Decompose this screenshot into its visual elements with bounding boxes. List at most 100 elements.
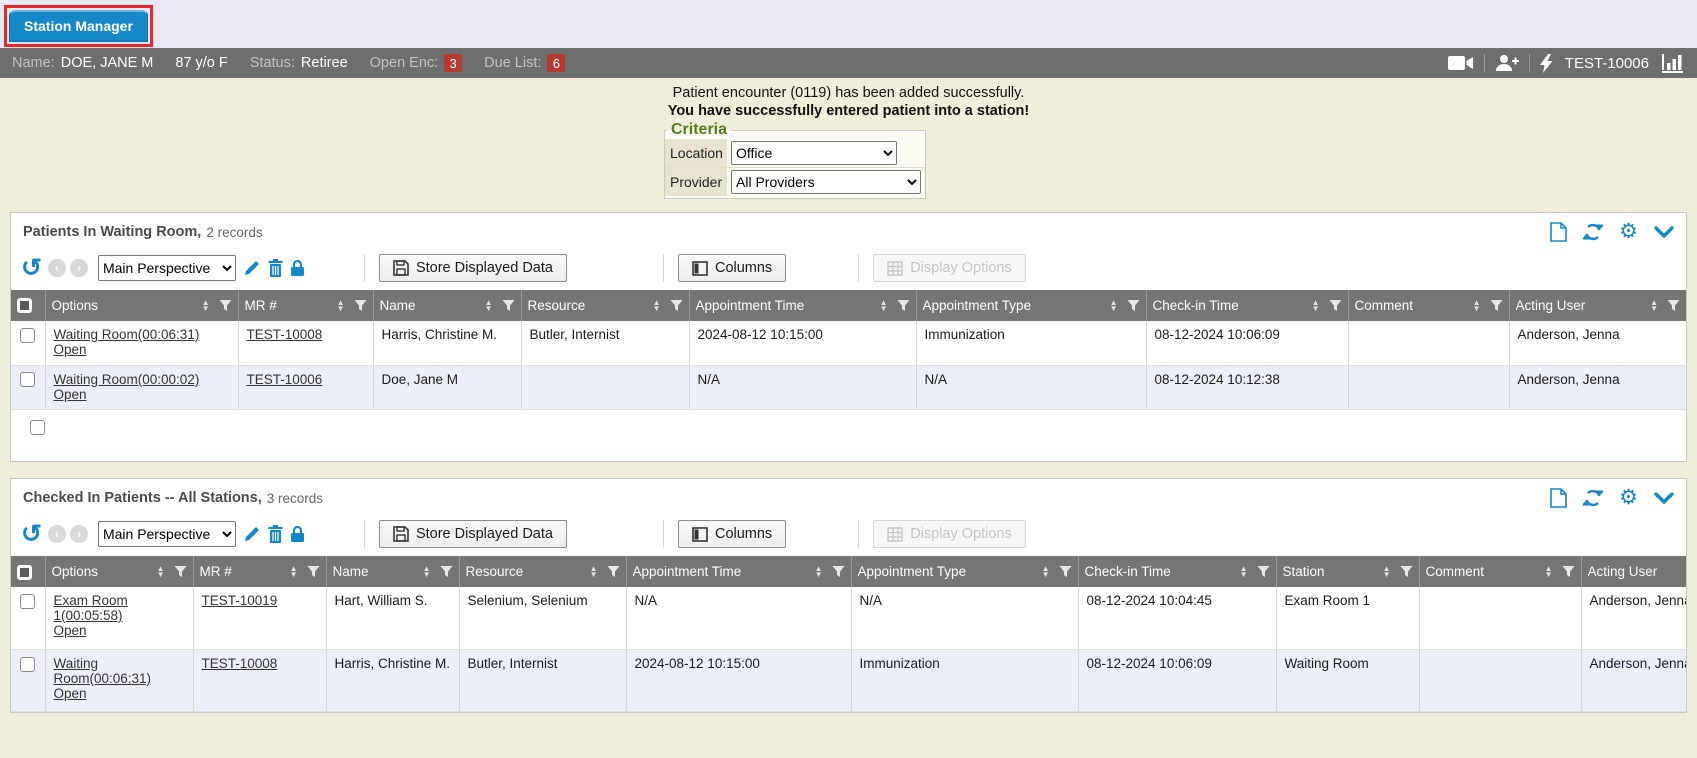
filter-funnel-icon[interactable] xyxy=(307,565,320,578)
station-timer-link[interactable]: Exam Room 1(00:05:58) xyxy=(54,593,128,623)
col-header-station[interactable]: Station▲▼ xyxy=(1276,556,1419,587)
col-header-resource[interactable]: Resource▲▼ xyxy=(459,556,626,587)
select-all-checkbox[interactable] xyxy=(17,565,32,580)
col-header-name[interactable]: Name▲▼ xyxy=(326,556,459,587)
columns-button[interactable]: Columns xyxy=(678,520,786,548)
sort-icon[interactable]: ▲▼ xyxy=(202,300,210,312)
edit-perspective-icon[interactable] xyxy=(244,525,261,543)
perspective-select[interactable]: Main Perspective xyxy=(98,255,236,281)
col-header-comment[interactable]: Comment▲▼ xyxy=(1348,290,1509,321)
filter-funnel-icon[interactable] xyxy=(1667,299,1680,312)
refresh-icon[interactable] xyxy=(1583,222,1603,242)
sort-icon[interactable]: ▲▼ xyxy=(1473,300,1481,312)
sort-icon[interactable]: ▲▼ xyxy=(1650,300,1658,312)
sort-icon[interactable]: ▲▼ xyxy=(337,300,345,312)
col-header-resource[interactable]: Resource▲▼ xyxy=(521,290,689,321)
sort-icon[interactable]: ▲▼ xyxy=(423,566,431,578)
filter-funnel-icon[interactable] xyxy=(670,299,683,312)
sort-icon[interactable]: ▲▼ xyxy=(880,300,888,312)
reset-perspective-icon[interactable]: ↺ xyxy=(21,524,42,544)
col-header-acting_user[interactable]: Acting User▲▼ xyxy=(1581,556,1686,587)
sort-icon[interactable]: ▲▼ xyxy=(1312,300,1320,312)
gear-icon[interactable]: ⚙ xyxy=(1619,488,1638,508)
prev-perspective-icon[interactable]: ‹ xyxy=(48,259,66,277)
filter-funnel-icon[interactable] xyxy=(502,299,515,312)
reset-perspective-icon[interactable]: ↺ xyxy=(21,258,42,278)
station-timer-link[interactable]: Waiting Room(00:06:31) xyxy=(54,327,200,342)
col-header-mr[interactable]: MR #▲▼ xyxy=(238,290,373,321)
open-link[interactable]: Open xyxy=(54,686,87,701)
col-header-acting_user[interactable]: Acting User▲▼ xyxy=(1509,290,1686,321)
col-header-checkin[interactable]: Check-in Time▲▼ xyxy=(1146,290,1348,321)
provider-select[interactable]: All Providers xyxy=(731,170,921,194)
filter-funnel-icon[interactable] xyxy=(219,299,232,312)
sort-icon[interactable]: ▲▼ xyxy=(590,566,598,578)
next-perspective-icon[interactable]: › xyxy=(70,525,88,543)
due-list-badge[interactable]: 6 xyxy=(547,54,565,72)
sort-icon[interactable]: ▲▼ xyxy=(1110,300,1118,312)
prev-perspective-icon[interactable]: ‹ xyxy=(48,525,66,543)
open-link[interactable]: Open xyxy=(54,342,87,357)
col-header-options[interactable]: Options▲▼ xyxy=(45,290,238,321)
open-link[interactable]: Open xyxy=(54,623,87,638)
sort-icon[interactable]: ▲▼ xyxy=(653,300,661,312)
col-header-mr[interactable]: MR #▲▼ xyxy=(193,556,326,587)
station-manager-tab[interactable]: Station Manager xyxy=(9,10,148,42)
filter-funnel-icon[interactable] xyxy=(354,299,367,312)
lightning-bolt-icon[interactable] xyxy=(1540,54,1553,73)
filter-funnel-icon[interactable] xyxy=(1329,299,1342,312)
perspective-select[interactable]: Main Perspective xyxy=(98,521,236,547)
col-header-checkin[interactable]: Check-in Time▲▼ xyxy=(1078,556,1276,587)
delete-perspective-icon[interactable] xyxy=(268,259,283,277)
col-header-appt_type[interactable]: Appointment Type▲▼ xyxy=(916,290,1146,321)
collapse-chevron-icon[interactable] xyxy=(1654,226,1674,239)
sort-icon[interactable]: ▲▼ xyxy=(290,566,298,578)
col-header-appt_type[interactable]: Appointment Type▲▼ xyxy=(851,556,1078,587)
delete-perspective-icon[interactable] xyxy=(268,525,283,543)
filter-funnel-icon[interactable] xyxy=(1400,565,1413,578)
col-header-options[interactable]: Options▲▼ xyxy=(45,556,193,587)
select-all-checkbox[interactable] xyxy=(17,298,32,313)
sort-icon[interactable]: ▲▼ xyxy=(157,566,165,578)
station-timer-link[interactable]: Waiting Room(00:06:31) xyxy=(54,656,152,686)
filter-funnel-icon[interactable] xyxy=(440,565,453,578)
sort-icon[interactable]: ▲▼ xyxy=(1240,566,1248,578)
row-checkbox[interactable] xyxy=(20,328,35,343)
filter-funnel-icon[interactable] xyxy=(607,565,620,578)
filter-funnel-icon[interactable] xyxy=(1490,299,1503,312)
refresh-icon[interactable] xyxy=(1583,488,1603,508)
bar-chart-icon[interactable] xyxy=(1661,54,1685,73)
filter-funnel-icon[interactable] xyxy=(174,565,187,578)
filter-funnel-icon[interactable] xyxy=(1562,565,1575,578)
columns-button[interactable]: Columns xyxy=(678,254,786,282)
col-header-name[interactable]: Name▲▼ xyxy=(373,290,521,321)
export-page-icon[interactable] xyxy=(1550,488,1567,508)
footer-select-checkbox[interactable] xyxy=(30,420,45,435)
gear-icon[interactable]: ⚙ xyxy=(1619,222,1638,242)
mr-number-link[interactable]: TEST-10019 xyxy=(202,593,278,608)
filter-funnel-icon[interactable] xyxy=(832,565,845,578)
row-checkbox[interactable] xyxy=(20,594,35,609)
filter-funnel-icon[interactable] xyxy=(1127,299,1140,312)
col-header-appt_time[interactable]: Appointment Time▲▼ xyxy=(626,556,851,587)
store-displayed-data-button[interactable]: Store Displayed Data xyxy=(379,520,567,548)
sort-icon[interactable]: ▲▼ xyxy=(1545,566,1553,578)
store-displayed-data-button[interactable]: Store Displayed Data xyxy=(379,254,567,282)
next-perspective-icon[interactable]: › xyxy=(70,259,88,277)
location-select[interactable]: Office xyxy=(731,141,897,165)
sort-icon[interactable]: ▲▼ xyxy=(485,300,493,312)
sort-icon[interactable]: ▲▼ xyxy=(815,566,823,578)
row-checkbox[interactable] xyxy=(20,372,35,387)
video-camera-icon[interactable] xyxy=(1448,55,1474,71)
filter-funnel-icon[interactable] xyxy=(1059,565,1072,578)
mr-number-link[interactable]: TEST-10008 xyxy=(247,327,323,342)
filter-funnel-icon[interactable] xyxy=(897,299,910,312)
filter-funnel-icon[interactable] xyxy=(1257,565,1270,578)
row-checkbox[interactable] xyxy=(20,657,35,672)
add-person-icon[interactable] xyxy=(1495,54,1519,72)
mr-number-link[interactable]: TEST-10006 xyxy=(247,372,323,387)
sort-icon[interactable]: ▲▼ xyxy=(1383,566,1391,578)
export-page-icon[interactable] xyxy=(1550,222,1567,242)
col-header-appt_time[interactable]: Appointment Time▲▼ xyxy=(689,290,916,321)
edit-perspective-icon[interactable] xyxy=(244,259,261,277)
